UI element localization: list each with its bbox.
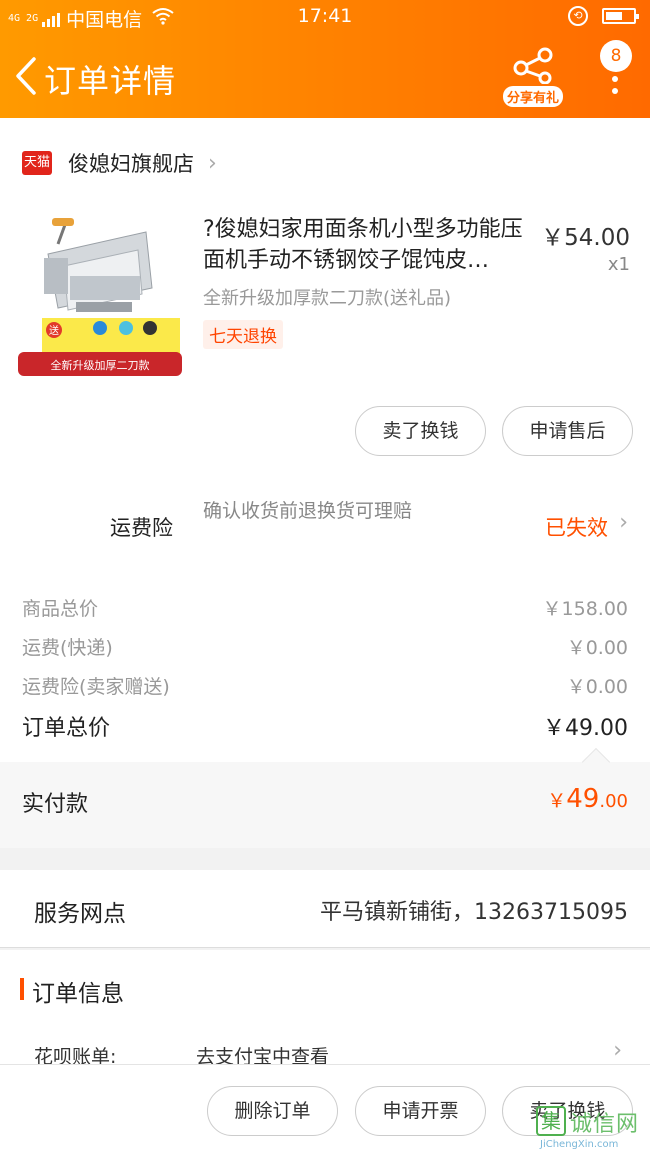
tmall-icon: 天猫: [22, 151, 52, 175]
product-title[interactable]: ?俊媳妇家用面条机小型多功能压面机手动不锈钢饺子馄饨皮…: [203, 214, 528, 276]
product-quantity: x1: [607, 254, 630, 275]
order-info-title: 订单信息: [32, 981, 124, 1007]
paid-integer: 49: [566, 784, 600, 814]
price-row-insurance: 运费险(卖家赠送) ￥0.00: [22, 672, 628, 699]
chevron-right-icon: ›: [208, 150, 217, 176]
page-title: 订单详情: [44, 62, 177, 100]
notification-badge: 8: [600, 40, 632, 72]
order-info-section: 订单信息 花呗账单: 去支付宝中查看 ›: [0, 950, 650, 1068]
request-invoice-button[interactable]: 申请开票: [355, 1086, 486, 1136]
price-row-value: ￥0.00: [566, 637, 628, 659]
share-label: 分享有礼: [502, 86, 563, 107]
rotation-lock-icon: ⟲: [568, 6, 588, 26]
paid-currency: ￥: [547, 790, 567, 812]
order-total-value: ￥49.00: [543, 716, 628, 741]
product-price: ￥54.00: [541, 225, 630, 251]
share-button[interactable]: 分享有礼: [500, 46, 566, 108]
product-sku: 全新升级加厚款二刀款(送礼品): [203, 288, 452, 309]
paid-amount-row: 实付款 ￥49.00: [0, 747, 650, 848]
price-row-value: ￥0.00: [566, 676, 628, 698]
price-row-label: 运费(快递): [22, 637, 113, 659]
product-image[interactable]: 送 全新升级加厚二刀款: [18, 214, 182, 376]
watermark-logo-icon: 集: [536, 1106, 566, 1136]
insurance-status: 已失效: [545, 516, 608, 540]
watermark: 集 诚信网 JiChengXin.com: [534, 1102, 650, 1152]
sell-button[interactable]: 卖了换钱: [355, 406, 486, 456]
delete-order-button[interactable]: 删除订单: [207, 1086, 338, 1136]
store-name: 俊媳妇旗舰店: [68, 152, 194, 176]
status-bar: 4G 2G 中国电信 17:41 ⟲: [0, 0, 650, 36]
return-policy-tag: 七天退换: [203, 320, 283, 349]
insurance-label: 运费险: [110, 516, 173, 540]
chevron-right-icon: ›: [619, 510, 628, 535]
paid-value: ￥49.00: [547, 784, 628, 814]
service-value: 平马镇新铺街，13263715095: [320, 900, 628, 925]
nav-bar: 订单详情 分享有礼 8: [0, 40, 650, 118]
paid-label: 实付款: [22, 792, 89, 817]
order-total-label: 订单总价: [22, 716, 111, 741]
price-row-total: 订单总价 ￥49.00: [22, 710, 628, 742]
status-right: ⟲: [568, 6, 639, 26]
price-row-goods: 商品总价 ￥158.00: [22, 594, 628, 621]
watermark-url: JiChengXin.com: [540, 1139, 619, 1150]
shipping-insurance-row[interactable]: 运费险 确认收货前退换货可理赔 已失效 ›: [0, 478, 650, 576]
battery-level: [606, 12, 622, 20]
price-row-label: 运费险(卖家赠送): [22, 676, 170, 698]
more-menu-button[interactable]: 8: [598, 40, 634, 110]
price-row-value: ￥158.00: [542, 598, 628, 620]
watermark-text: 诚信网: [570, 1112, 640, 1137]
product-section: 天猫 俊媳妇旗舰店 › 送 全新升级加厚二刀款 ?俊媳妇家用面条机小型多功能压面…: [0, 118, 650, 478]
chevron-left-icon: [16, 57, 36, 95]
service-label: 服务网点: [34, 901, 126, 927]
product-image-badge: 送: [49, 324, 59, 337]
product-image-caption: 全新升级加厚二刀款: [51, 358, 150, 372]
service-point-row: 服务网点 平马镇新铺街，13263715095: [0, 870, 650, 948]
price-row-shipping: 运费(快递) ￥0.00: [22, 633, 628, 660]
share-icon: [513, 47, 553, 84]
after-sale-button[interactable]: 申请售后: [502, 406, 633, 456]
paid-decimal: .00: [599, 791, 628, 812]
more-dots-icon: [612, 76, 618, 100]
section-accent-bar: [20, 978, 24, 1000]
chevron-right-icon: ›: [613, 1038, 622, 1063]
price-summary: 商品总价 ￥158.00 运费(快递) ￥0.00 运费险(卖家赠送) ￥0.0…: [0, 576, 650, 762]
clock: 17:41: [297, 5, 353, 27]
top-bar: 4G 2G 中国电信 17:41 ⟲ 订单详情 分享有礼 8: [0, 0, 650, 118]
price-row-label: 商品总价: [22, 598, 99, 620]
battery-icon: [602, 8, 639, 24]
insurance-description: 确认收货前退换货可理赔: [203, 500, 413, 522]
back-button[interactable]: [12, 56, 40, 96]
store-link[interactable]: 天猫 俊媳妇旗舰店 ›: [22, 148, 217, 178]
